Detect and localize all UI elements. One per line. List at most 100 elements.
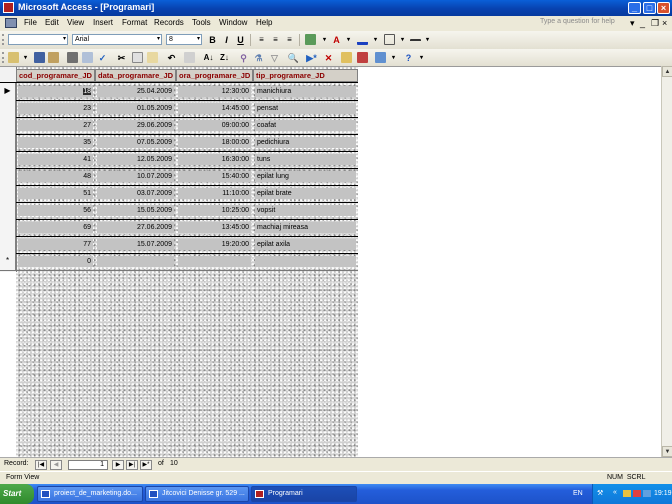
start-button[interactable]: Start [0,484,34,504]
record-selector[interactable] [0,168,16,185]
table-cell[interactable]: 16:30:00 [178,154,251,165]
access-app-icon[interactable] [3,2,14,13]
minimize-button[interactable]: _ [628,2,641,14]
table-cell[interactable]: tuns [255,154,356,165]
menu-window[interactable]: Window [219,18,247,27]
table-cell[interactable]: 18 [18,86,93,97]
table-row[interactable]: 51 03.07.2009 11:10:00 epilat brate [0,185,358,202]
document-icon[interactable] [5,18,17,28]
save-icon[interactable] [34,52,45,63]
doc-close-button[interactable]: × [662,18,667,28]
new-record-marker[interactable]: * [0,253,16,270]
vertical-scrollbar[interactable]: ▲ ▼ [661,66,672,457]
cut-icon[interactable]: ✂ [115,52,128,64]
taskbar-button-access[interactable]: Programari [251,486,357,502]
toolbar-grip[interactable] [2,52,7,63]
chevron-down-icon[interactable]: ▾ [342,34,355,46]
table-row[interactable]: 48 10.07.2009 15:40:00 epilat lung [0,168,358,185]
table-cell[interactable]: 27.06.2009 [97,222,174,233]
first-record-button[interactable]: |◀ [35,460,47,470]
table-cell[interactable]: 12.05.2009 [97,154,174,165]
chevron-down-icon[interactable]: ▾ [421,34,434,46]
table-row[interactable]: ▶ 18 25.04.2009 12:30:00 manichiura [0,83,358,100]
table-row[interactable]: 77 15.07.2009 19:20:00 epilat axila [0,236,358,253]
table-row[interactable]: 41 12.05.2009 16:30:00 tuns [0,151,358,168]
record-selector[interactable] [0,185,16,202]
sort-ascending-icon[interactable]: A↓ [202,52,215,64]
tray-shield-icon[interactable] [633,490,641,497]
undo-icon[interactable]: ↶ [165,52,178,64]
sort-descending-icon[interactable]: Z↓ [218,52,231,64]
table-row[interactable]: 69 27.06.2009 13:45:00 machiaj mireasa [0,219,358,236]
paste-icon[interactable] [147,52,158,63]
special-effect-icon[interactable] [384,34,395,45]
column-header-data[interactable]: data_programare_JD [95,69,176,82]
table-cell[interactable] [255,256,356,267]
scroll-down-arrow-icon[interactable]: ▼ [662,446,672,457]
table-cell[interactable]: pedichiura [255,137,356,148]
table-cell[interactable] [97,256,174,267]
new-object-icon[interactable] [375,52,386,63]
font-size-combo[interactable]: 8 ▾ [166,34,202,45]
spelling-icon[interactable]: ✓ [96,52,109,64]
table-cell[interactable]: epilat axila [255,239,356,250]
menu-format[interactable]: Format [122,18,147,27]
italic-button[interactable]: I [220,34,233,46]
table-cell[interactable]: vopsit [255,205,356,216]
menu-edit[interactable]: Edit [45,18,59,27]
table-cell[interactable]: 10.07.2009 [97,171,174,182]
underline-button[interactable]: U [234,34,247,46]
close-button[interactable]: × [657,2,670,14]
table-cell[interactable]: 15:40:00 [178,171,251,182]
table-cell[interactable]: 48 [18,171,93,182]
table-row[interactable]: 23 01.05.2009 14:45:00 pensat [0,100,358,117]
language-indicator[interactable]: EN [573,490,583,497]
table-cell[interactable]: 11:10:00 [178,188,251,199]
tray-tools-icon[interactable]: ⚒ [597,489,603,497]
taskbar-button-word[interactable]: proiect_de_marketing.do... [37,486,143,502]
new-record-icon[interactable]: ▶* [305,52,318,64]
new-record-nav-button[interactable]: ▶* [140,460,152,470]
chevron-down-icon[interactable]: ▾ [396,34,409,46]
table-cell[interactable]: 15.07.2009 [97,239,174,250]
record-selector[interactable] [0,134,16,151]
chevron-down-icon[interactable]: ▾ [387,52,400,64]
taskbar-button-document[interactable]: Jitcovici Denisse gr. 529 ... [145,486,249,502]
help-icon[interactable]: ? [402,52,415,64]
column-header-ora[interactable]: ora_programare_JD [176,69,253,82]
record-selector[interactable] [0,117,16,134]
table-cell[interactable] [178,256,251,267]
record-selector[interactable] [0,151,16,168]
doc-minimize-button[interactable]: _ [640,18,645,28]
table-row[interactable]: 27 29.06.2009 09:00:00 coafat [0,117,358,134]
table-cell[interactable]: 09:00:00 [178,120,251,131]
menu-file[interactable]: File [24,18,37,27]
table-cell[interactable]: 35 [18,137,93,148]
table-cell[interactable]: 13:45:00 [178,222,251,233]
new-record-row[interactable]: * 0 [0,253,358,270]
bold-button[interactable]: B [206,34,219,46]
table-row[interactable]: 35 07.05.2009 18:00:00 pedichiura [0,134,358,151]
table-cell[interactable]: 14:45:00 [178,103,251,114]
scroll-up-arrow-icon[interactable]: ▲ [662,66,672,77]
table-cell[interactable]: 25.04.2009 [97,86,174,97]
menu-tools[interactable]: Tools [192,18,211,27]
record-selector[interactable]: ▶ [0,83,16,100]
clock[interactable]: 19:19 [654,490,672,497]
table-cell[interactable]: 19:20:00 [178,239,251,250]
menu-view[interactable]: View [67,18,84,27]
chevron-down-icon[interactable]: ▾ [415,52,428,64]
record-selector[interactable] [0,100,16,117]
last-record-button[interactable]: ▶| [126,460,138,470]
properties-icon[interactable] [341,52,352,63]
find-icon[interactable]: 🔍 [287,52,300,64]
filter-by-form-icon[interactable]: ⚗ [252,52,265,64]
help-dropdown-icon[interactable]: ▾ [630,18,635,28]
design-view-icon[interactable] [8,52,19,63]
record-selector[interactable] [0,236,16,253]
table-cell[interactable]: epilat lung [255,171,356,182]
apply-filter-icon[interactable]: ▽ [268,52,281,64]
align-center-icon[interactable]: ≡ [269,34,282,46]
table-cell[interactable]: 51 [18,188,93,199]
table-cell[interactable]: machiaj mireasa [255,222,356,233]
